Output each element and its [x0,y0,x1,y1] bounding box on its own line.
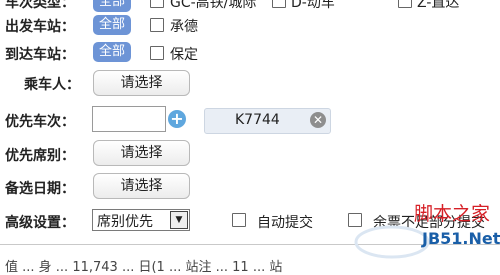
type-z-label: Z-直达 [417,0,460,11]
priority-select[interactable]: 席别优先 ▼ [92,209,190,231]
train-type-all-pill[interactable]: 全部 [93,0,132,12]
auto-submit-checkbox[interactable] [232,213,246,227]
depart-all-pill[interactable]: 全部 [93,15,132,35]
passenger-label: 乘车人： [24,77,80,93]
watermark-swoosh [354,225,430,259]
type-z-checkbox[interactable] [398,0,412,8]
priority-select-value: 席别优先 [97,214,153,230]
bottom-strip-text: 值 ... 身 ... 11,743 ... 日(1 ... 站注 ... 11… [5,260,283,275]
add-train-icon[interactable]: + [168,110,186,128]
train-tag-label: K7744 [235,112,280,128]
depart-station-name: 承德 [170,19,198,35]
depart-station-checkbox[interactable] [150,18,164,32]
auto-submit-label: 自动提交 [257,215,313,231]
remove-train-icon[interactable]: ✕ [310,112,326,128]
type-gc-label: GC-高铁/城际 [170,0,257,11]
backup-date-label: 备选日期： [5,181,75,197]
passenger-select-button[interactable]: 请选择 [93,70,190,96]
arrive-all-pill[interactable]: 全部 [93,42,132,62]
type-gc-checkbox[interactable] [150,0,164,8]
train-number-input[interactable] [92,106,166,132]
preferred-seat-label: 优先席别： [5,148,75,164]
arrive-station-checkbox[interactable] [150,46,164,60]
type-d-checkbox[interactable] [272,0,286,8]
watermark-line2: JB51.Net [421,229,500,248]
date-select-button[interactable]: 请选择 [93,173,190,199]
dropdown-arrow-icon[interactable]: ▼ [170,211,188,229]
train-tag: K7744 ✕ [204,108,331,134]
depart-station-label: 出发车站： [5,19,75,35]
watermark-logo: 脚本之家 JB51.Net [354,203,500,259]
advanced-settings-label: 高级设置： [5,215,75,231]
watermark-line1: 脚本之家 [414,203,490,225]
type-d-label: D-动车 [291,0,335,11]
arrive-station-name: 保定 [170,47,198,63]
seat-select-button[interactable]: 请选择 [93,140,190,166]
preferred-train-label: 优先车次： [5,114,75,130]
arrive-station-label: 到达车站： [5,47,75,63]
train-type-label: 车次类型： [5,0,75,11]
